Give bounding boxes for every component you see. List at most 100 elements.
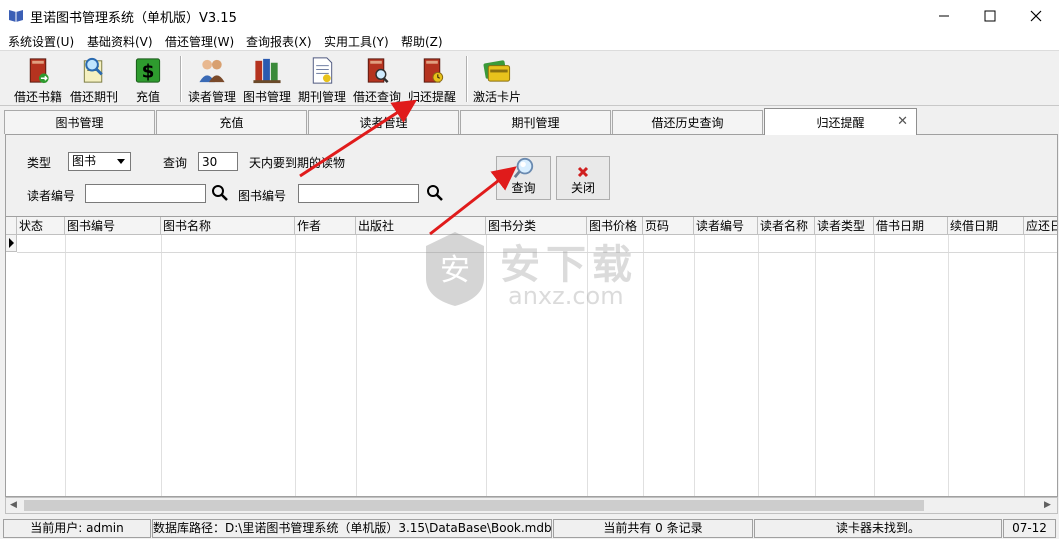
column-header[interactable]: 读者名称 [758, 217, 815, 235]
status-user: 当前用户: admin [3, 519, 151, 538]
search-icon [212, 185, 228, 201]
scroll-left-icon[interactable]: ◀ [10, 500, 17, 510]
tab-reader-management[interactable]: 读者管理 [308, 110, 459, 134]
people-icon [199, 59, 225, 83]
tab-periodical-management[interactable]: 期刊管理 [460, 110, 611, 134]
column-header[interactable]: 应还日 [1024, 217, 1057, 235]
column-header[interactable]: 作者 [295, 217, 356, 235]
close-button-label: 关闭 [570, 181, 595, 195]
filter-panel: 类型 图书 查询 天内要到期的读物 读者编号 图书编号 查询 [5, 134, 1058, 216]
tab-strip: 图书管理 充值 读者管理 期刊管理 借还历史查询 归还提醒 ✕ [0, 108, 1059, 135]
column-header[interactable]: 续借日期 [948, 217, 1024, 235]
menu-help[interactable]: 帮助(Z) [401, 33, 443, 50]
status-card-reader: 读卡器未找到。 [754, 519, 1002, 538]
borrow-query-label: 借还查询 [353, 90, 402, 104]
close-icon [1030, 10, 1042, 21]
search-icon [427, 185, 443, 201]
tab-recharge[interactable]: 充值 [156, 110, 307, 134]
book-management-button[interactable]: 图书管理 [243, 55, 291, 105]
borrow-periodicals-label: 借还期刊 [70, 90, 119, 104]
status-db-path: 数据库路径：D:\里诺图书管理系统（单机版）3.15\DataBase\Book… [152, 519, 552, 538]
grid-column-line [1024, 235, 1025, 496]
menu-query-reports[interactable]: 查询报表(X) [246, 33, 312, 50]
close-window-button[interactable] [1013, 0, 1059, 31]
red-x-icon [577, 166, 589, 178]
type-select-value: 图书 [72, 154, 97, 168]
grid-column-line [356, 235, 357, 496]
tab-close-icon[interactable]: ✕ [897, 114, 908, 129]
menu-basic-data[interactable]: 基础资料(V) [87, 33, 153, 50]
grid-corner [6, 217, 17, 235]
periodical-magnifier-icon [83, 57, 103, 83]
days-input[interactable] [198, 152, 238, 171]
chevron-down-icon [114, 154, 128, 169]
periodical-management-button[interactable]: 期刊管理 [298, 55, 346, 105]
grid-column-line [694, 235, 695, 496]
horizontal-scrollbar[interactable]: ◀ ▶ [5, 497, 1058, 514]
dollar-icon: $ [135, 58, 161, 83]
tab-return-reminder-label: 归还提醒 [816, 115, 865, 130]
grid-column-line [758, 235, 759, 496]
column-header[interactable]: 图书编号 [65, 217, 161, 235]
query-label: 查询 [163, 156, 188, 170]
column-header[interactable]: 借书日期 [874, 217, 948, 235]
app-book-icon [9, 10, 23, 22]
svg-text:安: 安 [440, 253, 470, 288]
return-reminder-label: 归还提醒 [408, 90, 457, 104]
column-header[interactable]: 图书名称 [161, 217, 295, 235]
book-clock-icon [423, 58, 444, 83]
activate-card-button[interactable]: 激活卡片 [473, 55, 521, 105]
query-button[interactable]: 查询 [496, 156, 551, 200]
grid-column-line [295, 235, 296, 496]
toolbar: 借还书籍 借还期刊 $ 充值 读者管理 图书管理 期刊管理 借还查询 归还提醒 … [0, 52, 1059, 106]
return-reminder-button[interactable]: 归还提醒 [408, 55, 456, 105]
watermark-domain: anxz.com [508, 282, 624, 310]
shield-logo-icon: 安 [426, 232, 484, 306]
column-header[interactable]: 读者类型 [815, 217, 874, 235]
book-search-button[interactable] [424, 182, 446, 204]
minimize-icon [939, 15, 949, 16]
scrollbar-thumb[interactable] [24, 500, 924, 511]
menu-borrow-return[interactable]: 借还管理(W) [165, 33, 234, 50]
minimize-button[interactable] [921, 0, 967, 31]
recharge-label: 充值 [135, 90, 160, 104]
periodical-management-label: 期刊管理 [298, 90, 347, 104]
reader-no-input[interactable] [85, 184, 206, 203]
scroll-right-icon[interactable]: ▶ [1044, 500, 1051, 510]
menu-system-settings[interactable]: 系统设置(U) [8, 33, 74, 50]
maximize-button[interactable] [967, 0, 1013, 31]
reader-search-button[interactable] [209, 182, 231, 204]
column-header[interactable]: 读者编号 [694, 217, 758, 235]
row-indicator[interactable] [6, 235, 17, 252]
column-header[interactable]: 状态 [17, 217, 65, 235]
reader-management-button[interactable]: 读者管理 [188, 55, 236, 105]
book-no-label: 图书编号 [238, 189, 287, 203]
maximize-icon [984, 10, 996, 21]
current-row-icon [9, 238, 14, 248]
title-bar: 里诺图书管理系统（单机版）V3.15 [0, 0, 1059, 31]
type-select[interactable]: 图书 [68, 152, 131, 171]
status-date: 07-12 [1003, 519, 1056, 538]
magnifier-icon [513, 157, 533, 179]
window-title: 里诺图书管理系统（单机版）V3.15 [30, 11, 237, 26]
red-book-arrow-icon [29, 58, 49, 84]
menu-bar: 系统设置(U) 基础资料(V) 借还管理(W) 查询报表(X) 实用工具(Y) … [0, 31, 1059, 51]
book-search-icon [367, 58, 389, 83]
tab-borrow-history[interactable]: 借还历史查询 [612, 110, 763, 134]
menu-tools[interactable]: 实用工具(Y) [324, 33, 389, 50]
borrow-books-button[interactable]: 借还书籍 [14, 55, 62, 105]
borrow-query-button[interactable]: 借还查询 [353, 55, 401, 105]
grid-column-line [815, 235, 816, 496]
recharge-button[interactable]: $ 充值 [132, 55, 164, 105]
grid-column-line [65, 235, 66, 496]
watermark: 安 安下载 anxz.com [420, 228, 660, 318]
grid-column-line [948, 235, 949, 496]
borrow-books-label: 借还书籍 [14, 90, 63, 104]
tab-book-management[interactable]: 图书管理 [4, 110, 155, 134]
borrow-periodicals-button[interactable]: 借还期刊 [70, 55, 118, 105]
tab-return-reminder[interactable]: 归还提醒 ✕ [764, 108, 917, 135]
book-no-input[interactable] [298, 184, 419, 203]
query-button-label: 查询 [511, 181, 536, 195]
activate-card-label: 激活卡片 [473, 90, 522, 104]
close-button[interactable]: 关闭 [556, 156, 610, 200]
